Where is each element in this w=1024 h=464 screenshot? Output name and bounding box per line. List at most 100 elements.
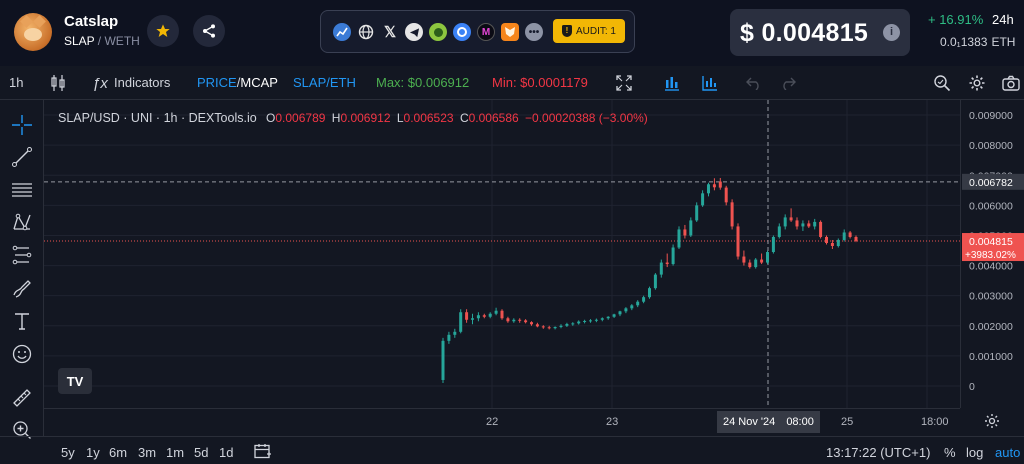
metamask-icon[interactable] [501, 23, 519, 41]
price-mcap-toggle[interactable]: PRICE/MCAP [197, 75, 278, 90]
utc-clock[interactable]: 13:17:22 (UTC+1) [826, 445, 930, 460]
coinmarketcap-icon[interactable] [453, 23, 471, 41]
candle [571, 323, 575, 325]
price-tick: 0.009000 [969, 110, 1013, 122]
legend-symbol: SLAP/USD · UNI · 1h · DEXTools.io [58, 111, 257, 125]
candle [518, 319, 522, 321]
redo-icon[interactable] [778, 73, 798, 93]
info-icon[interactable]: i [883, 24, 900, 41]
price-change: + 16.91% [928, 12, 984, 27]
price-tick: 0.008000 [969, 140, 1013, 152]
trades-icon[interactable] [700, 73, 720, 93]
shield-icon: ! [561, 25, 572, 37]
x-icon[interactable]: 𝕏 [381, 23, 399, 41]
ruler-icon[interactable] [10, 386, 34, 410]
favorite-button[interactable] [147, 15, 179, 47]
camera-icon[interactable] [1001, 73, 1021, 93]
candle [736, 226, 740, 257]
more-icon[interactable]: ••• [525, 23, 543, 41]
candle [760, 259, 764, 263]
brush-icon[interactable] [10, 276, 34, 300]
horizontal-lines-icon[interactable] [10, 178, 34, 202]
projection-icon[interactable] [10, 243, 34, 267]
globe-icon[interactable] [357, 23, 375, 41]
candle [795, 220, 799, 227]
candle [671, 247, 675, 265]
pair-quote: WETH [104, 34, 140, 48]
candle [848, 232, 852, 237]
candle [754, 259, 758, 268]
candle [600, 318, 604, 320]
range-6m[interactable]: 6m [109, 445, 127, 460]
candle [594, 319, 598, 321]
time-tick: 25 [841, 416, 854, 428]
time-tick: 22 [486, 416, 499, 428]
candle [447, 334, 451, 341]
interval-selector[interactable]: 1h [9, 75, 23, 90]
settings-gear-icon[interactable] [967, 73, 987, 93]
search-icon[interactable] [932, 73, 952, 93]
candle [453, 331, 457, 335]
price-box: $ 0.004815 i [730, 9, 910, 56]
mcap-option[interactable]: MCAP [240, 75, 278, 90]
candle [712, 184, 716, 188]
candle [624, 308, 628, 312]
range-1d[interactable]: 1d [219, 445, 233, 460]
price-option[interactable]: PRICE [197, 75, 237, 90]
axis-settings-icon[interactable] [984, 413, 1000, 434]
share-button[interactable] [193, 15, 225, 47]
range-3m[interactable]: 3m [138, 445, 156, 460]
candle [842, 232, 846, 240]
trend-line-icon[interactable] [10, 145, 34, 169]
token-name: Catslap [64, 13, 119, 30]
audit-button[interactable]: ! AUDIT: 1 [553, 19, 625, 43]
volume-bars-icon[interactable] [662, 73, 682, 93]
date-range-icon[interactable] [254, 443, 272, 464]
max-price: Max: $0.006912 [376, 75, 470, 90]
current-price: $ 0.004815 [740, 19, 869, 47]
candle [494, 310, 498, 314]
candle [488, 313, 492, 317]
candle [553, 326, 557, 329]
chart-icon[interactable] [333, 23, 351, 41]
candle [813, 221, 817, 227]
indicators-button[interactable]: Indicators [114, 75, 170, 90]
candle [642, 297, 646, 302]
crosshair-price-label: 0.006782 [969, 177, 1013, 189]
candle [606, 316, 610, 319]
range-1m[interactable]: 1m [166, 445, 184, 460]
candle [459, 312, 463, 332]
candle [789, 217, 793, 221]
pattern-icon[interactable] [10, 210, 34, 234]
undo-icon[interactable] [744, 73, 764, 93]
telegram-icon[interactable] [405, 23, 423, 41]
coingecko-icon[interactable] [429, 23, 447, 41]
moralis-icon[interactable]: M [477, 23, 495, 41]
drawing-tools [0, 100, 44, 439]
candlestick-type-icon[interactable] [48, 73, 68, 93]
time-axis[interactable]: 22 23 25 18:00 24 Nov '24 08:00 [44, 408, 999, 436]
candle [535, 324, 539, 327]
candle [506, 318, 510, 322]
last-price-label: 0.004815 [969, 236, 1013, 248]
indicators-icon[interactable]: ƒx [90, 73, 110, 93]
range-5d[interactable]: 5d [194, 445, 208, 460]
pair-separator: / [94, 34, 105, 48]
emoji-icon[interactable] [10, 342, 34, 366]
time-tick: 23 [606, 416, 619, 428]
log-toggle[interactable]: log [966, 445, 983, 460]
text-icon[interactable] [10, 309, 34, 333]
range-5y[interactable]: 5y [61, 445, 75, 460]
candlestick-chart[interactable] [44, 100, 960, 408]
candle [748, 262, 752, 268]
percent-toggle[interactable]: % [944, 445, 956, 460]
candle [825, 236, 828, 243]
tradingview-logo[interactable]: TV [58, 368, 92, 394]
pair-toggle[interactable]: SLAP/ETH [293, 75, 356, 90]
legend-low-label: L [396, 111, 404, 125]
crosshair-icon[interactable] [10, 113, 34, 137]
fullscreen-icon[interactable] [614, 73, 634, 93]
range-1y[interactable]: 1y [86, 445, 100, 460]
price-axis[interactable]: 0.0090000.0080000.0070000.0060000.005000… [960, 100, 1024, 408]
auto-toggle[interactable]: auto [995, 445, 1020, 460]
